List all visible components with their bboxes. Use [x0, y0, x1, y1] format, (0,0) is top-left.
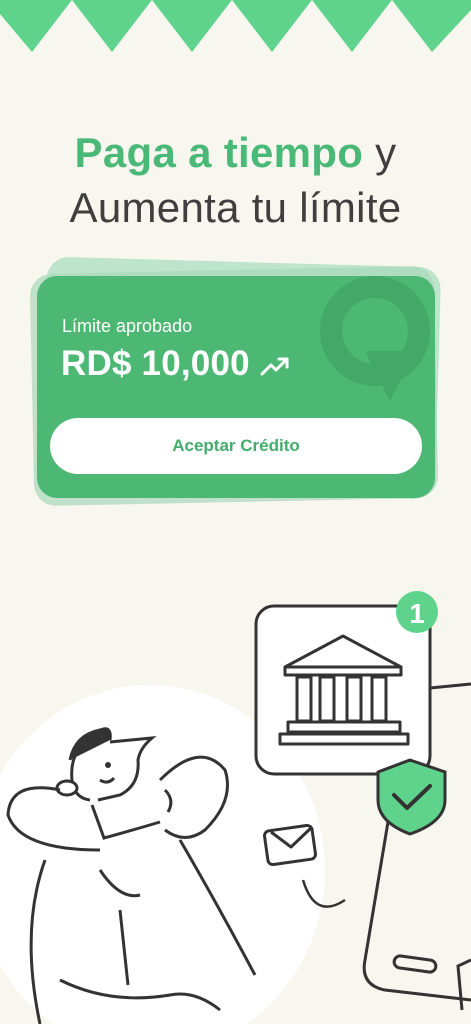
accept-credit-button[interactable]: Aceptar Crédito	[50, 418, 422, 474]
headline-highlight: Paga a tiempo	[74, 129, 364, 176]
envelope-icon	[263, 823, 317, 867]
approved-limit-label: Límite aprobado	[62, 316, 193, 336]
credit-limit-card: Límite aprobado RD$ 10,000 Aceptar Crédi…	[37, 276, 435, 498]
headline-connector: y	[363, 129, 397, 176]
refresh-arrow-decoration-icon	[320, 276, 430, 401]
trending-up-icon	[260, 357, 289, 376]
relaxed-person-illustration: 1	[0, 591, 471, 1024]
amount-row: RD$ 10,000	[61, 344, 290, 384]
headline-line-2: Aumenta tu límite	[69, 184, 402, 231]
step-badge: 1	[409, 598, 425, 629]
zigzag-banner-decoration	[0, 0, 471, 52]
approved-limit-amount: RD$ 10,000	[61, 344, 250, 383]
shield-check-icon	[376, 758, 447, 836]
headline-line-1: Paga a tiempo y	[0, 132, 471, 174]
